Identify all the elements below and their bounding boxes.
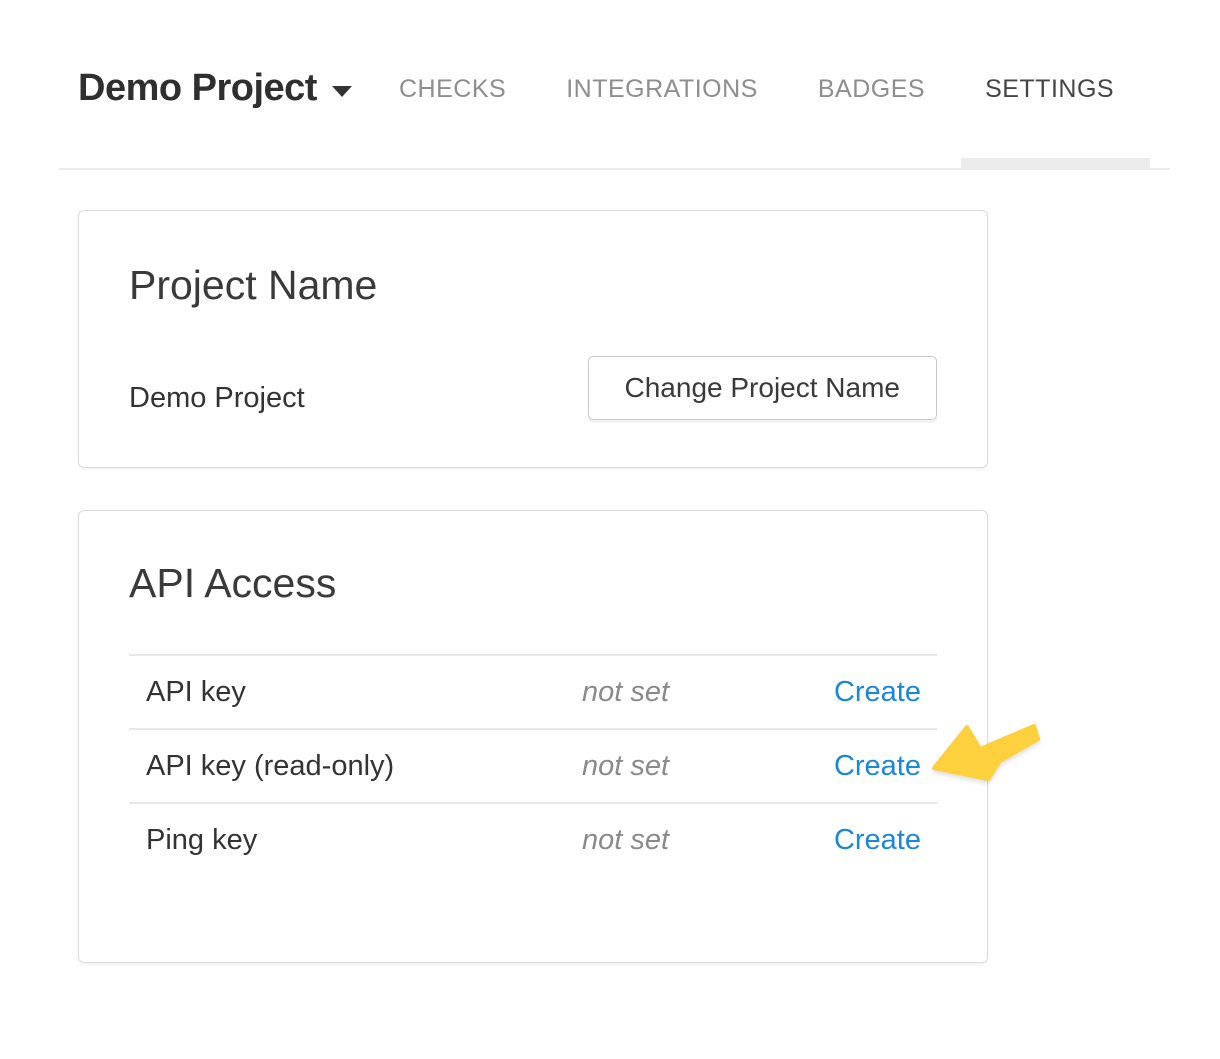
nav-tab-badges[interactable]: BADGES (818, 76, 925, 102)
header-divider (59, 168, 1170, 170)
nav-tab-integrations[interactable]: INTEGRATIONS (566, 76, 758, 102)
caret-down-icon (332, 86, 352, 97)
api-key-read-only-label: API key (read-only) (129, 750, 582, 783)
table-row-api-key-read-only: API key (read-only) not set Create (129, 728, 937, 802)
api-key-label: API key (129, 676, 582, 709)
ping-key-label: Ping key (129, 824, 582, 857)
table-row-ping-key: Ping key not set Create (129, 802, 937, 876)
current-project-name: Demo Project (129, 358, 305, 438)
project-dropdown[interactable]: Demo Project (78, 68, 352, 108)
api-access-card: API Access API key not set Create API ke… (78, 510, 988, 963)
create-api-key-link[interactable]: Create (834, 676, 921, 708)
change-project-name-button[interactable]: Change Project Name (588, 356, 937, 420)
api-access-card-title: API Access (129, 561, 336, 605)
api-key-read-only-action: Create (834, 750, 937, 783)
api-key-value: not set (582, 676, 834, 709)
project-name-card: Project Name Demo Project Change Project… (78, 210, 988, 468)
create-ping-key-link[interactable]: Create (834, 824, 921, 856)
main-nav: CHECKS INTEGRATIONS BADGES SETTINGS (399, 76, 1114, 102)
settings-page: Demo Project CHECKS INTEGRATIONS BADGES … (0, 0, 1220, 1059)
table-row-api-key: API key not set Create (129, 654, 937, 728)
nav-tab-checks[interactable]: CHECKS (399, 76, 506, 102)
api-key-action: Create (834, 676, 937, 709)
create-api-key-read-only-link[interactable]: Create (834, 750, 921, 782)
nav-tab-settings[interactable]: SETTINGS (985, 76, 1114, 102)
api-key-read-only-value: not set (582, 750, 834, 783)
ping-key-value: not set (582, 824, 834, 857)
project-title: Demo Project (78, 68, 317, 108)
project-name-card-title: Project Name (129, 263, 377, 307)
ping-key-action: Create (834, 824, 937, 857)
api-keys-table: API key not set Create API key (read-onl… (129, 654, 937, 876)
